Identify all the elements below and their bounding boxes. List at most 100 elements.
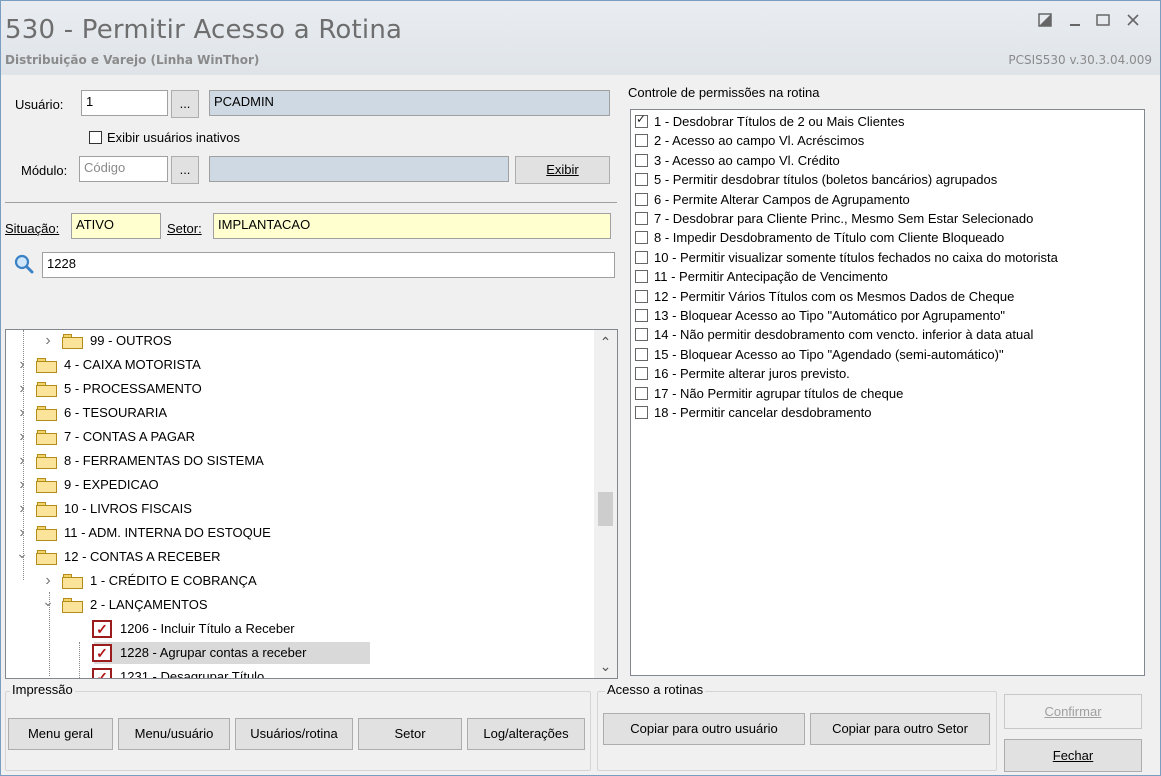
tree-folder-item[interactable]: › 8 - FERRAMENTAS DO SISTEMA <box>16 451 576 471</box>
folder-icon <box>62 598 84 613</box>
permission-label: 1 - Desdobrar Títulos de 2 ou Mais Clien… <box>654 114 905 129</box>
chevron-right-icon[interactable]: › <box>16 379 28 399</box>
chevron-down-icon[interactable]: ⌄ <box>16 543 28 563</box>
search-input[interactable]: 1228 <box>42 252 615 278</box>
routine-tree[interactable]: › 99 - OUTROS › 4 - CAIXA MOTORISTA › 5 - PRO… <box>5 329 618 679</box>
close-button[interactable]: Fechar <box>1004 739 1142 772</box>
tree-folder-item[interactable]: › 5 - PROCESSAMENTO <box>16 379 576 399</box>
chevron-right-icon[interactable]: › <box>42 571 54 591</box>
print-group-title: Impressão <box>10 682 75 697</box>
tree-scrollbar[interactable]: ⌃ ⌄ <box>594 330 617 678</box>
divider <box>5 202 617 203</box>
minimize-icon[interactable] <box>1063 9 1087 31</box>
scroll-up-icon[interactable]: ⌃ <box>594 332 617 352</box>
permission-checkbox[interactable] <box>635 270 648 284</box>
permission-checkbox[interactable] <box>635 328 648 342</box>
checked-box-icon[interactable]: ✓ <box>92 644 112 662</box>
permission-checkbox[interactable] <box>635 134 648 148</box>
close-icon[interactable] <box>1121 9 1145 31</box>
scroll-thumb[interactable] <box>598 492 613 526</box>
chevron-right-icon[interactable]: › <box>16 403 28 423</box>
permission-checkbox[interactable] <box>635 231 648 245</box>
tree-folder-item[interactable]: › 1 - CRÉDITO E COBRANÇA <box>42 571 602 591</box>
tree-folder-item[interactable]: › 9 - EXPEDICAO <box>16 475 576 495</box>
permission-label: 12 - Permitir Vários Títulos com os Mesm… <box>654 288 1015 304</box>
permission-checkbox[interactable] <box>635 153 648 167</box>
user-code-input[interactable]: 1 <box>81 90 168 116</box>
show-button[interactable]: Exibir <box>515 156 610 184</box>
chevron-right-icon[interactable]: › <box>16 475 28 495</box>
permission-checkbox[interactable] <box>635 192 648 206</box>
confirm-button[interactable]: Confirmar <box>1004 694 1142 729</box>
chevron-right-icon[interactable]: › <box>16 355 28 375</box>
sector-field[interactable]: IMPLANTACAO <box>213 213 611 239</box>
tree-folder-item[interactable]: › 99 - OUTROS <box>42 331 602 351</box>
permission-label: 17 - Não Permitir agrupar títulos de che… <box>654 385 904 401</box>
tree-item-label: 1 - CRÉDITO E COBRANÇA <box>90 573 257 588</box>
permission-checkbox[interactable] <box>635 367 648 381</box>
tree-folder-item[interactable]: › 11 - ADM. INTERNA DO ESTOQUE <box>16 523 576 543</box>
tree-item-label: 1231 - Desagrupar Título <box>120 669 265 679</box>
permission-checkbox[interactable] <box>635 250 648 264</box>
tree-routine-item[interactable]: ✓ 1228 - Agrupar contas a receber <box>72 643 617 663</box>
permission-checkbox[interactable] <box>635 212 648 225</box>
show-inactive-checkbox[interactable] <box>89 131 102 144</box>
situation-field[interactable]: ATIVO <box>71 213 161 239</box>
user-label: Usuário: <box>15 97 64 112</box>
folder-icon <box>36 526 58 541</box>
permission-label: 14 - Não permitir desdobramento com venc… <box>654 327 1034 343</box>
access-group-title: Acesso a rotinas <box>605 682 706 697</box>
tree-folder-item[interactable]: ⌄ 12 - CONTAS A RECEBER <box>16 545 576 567</box>
tree-folder-item[interactable]: › 7 - CONTAS A PAGAR <box>16 427 576 447</box>
checked-box-icon[interactable]: ✓ <box>92 620 112 638</box>
permission-checkbox[interactable] <box>635 406 648 419</box>
permission-checkbox[interactable] <box>635 347 648 361</box>
chevron-right-icon[interactable]: › <box>16 499 28 519</box>
situation-label-text: Situação: <box>5 221 60 236</box>
chevron-down-icon[interactable]: ⌄ <box>42 591 54 611</box>
tree-folder-item[interactable]: ⌄ 2 - LANÇAMENTOS <box>42 593 602 615</box>
version-label: PCSIS530 v.30.3.04.009 <box>1008 53 1152 67</box>
permission-label: 16 - Permite alterar juros previsto. <box>654 366 850 382</box>
permission-checkbox[interactable] <box>635 173 648 187</box>
users-routine-button[interactable]: Usuários/rotina <box>235 718 353 750</box>
chevron-right-icon[interactable]: › <box>42 331 54 351</box>
module-name-field <box>209 156 509 182</box>
chevron-right-icon[interactable]: › <box>16 523 28 543</box>
maximize-icon[interactable] <box>1091 9 1115 31</box>
sector-button[interactable]: Setor <box>358 718 462 750</box>
folder-icon <box>36 502 58 517</box>
user-browse-button[interactable]: ... <box>171 90 199 118</box>
permission-label: 2 - Acesso ao campo Vl. Acréscimos <box>654 133 865 149</box>
module-code-input[interactable]: Código <box>79 156 168 182</box>
chevron-right-icon[interactable]: › <box>16 451 28 471</box>
chevron-right-icon[interactable]: › <box>16 427 28 447</box>
permission-label: 11 - Permitir Antecipação de Vencimento <box>654 269 888 285</box>
copy-to-user-button[interactable]: Copiar para outro usuário <box>603 713 805 745</box>
user-name-field: PCADMIN <box>209 90 610 116</box>
permissions-list: ✓ 1 - Desdobrar Títulos de 2 ou Mais Clie… <box>630 109 1145 676</box>
log-changes-button[interactable]: Log/alterações <box>467 718 585 750</box>
menu-general-label: Menu geral <box>27 726 94 741</box>
permission-checkbox[interactable] <box>635 309 648 322</box>
checked-box-icon[interactable]: ✓ <box>92 668 112 678</box>
tree-routine-item[interactable]: ✓ 1231 - Desagrupar Título <box>72 667 617 679</box>
show-button-label: Exibir <box>546 162 579 177</box>
menu-user-button[interactable]: Menu/usuário <box>118 718 230 750</box>
tree-item-label: 99 - OUTROS <box>90 333 172 348</box>
restore-icon[interactable] <box>1033 9 1057 31</box>
tree-folder-item[interactable]: › 6 - TESOURARIA <box>16 403 576 423</box>
scroll-down-icon[interactable]: ⌄ <box>594 656 617 676</box>
folder-icon <box>36 406 58 421</box>
module-label: Módulo: <box>21 163 68 178</box>
copy-to-sector-button[interactable]: Copiar para outro Setor <box>810 713 990 745</box>
module-browse-button[interactable]: ... <box>171 156 199 184</box>
permission-checkbox[interactable] <box>635 386 648 400</box>
tree-folder-item[interactable]: › 4 - CAIXA MOTORISTA <box>16 355 576 375</box>
tree-routine-item[interactable]: ✓ 1206 - Incluir Título a Receber <box>72 619 617 639</box>
tree-item-label: 10 - LIVROS FISCAIS <box>64 501 192 516</box>
tree-item-label: 6 - TESOURARIA <box>64 405 168 420</box>
tree-folder-item[interactable]: › 10 - LIVROS FISCAIS <box>16 499 576 519</box>
permission-checkbox[interactable] <box>635 289 648 303</box>
menu-general-button[interactable]: Menu geral <box>8 718 113 750</box>
